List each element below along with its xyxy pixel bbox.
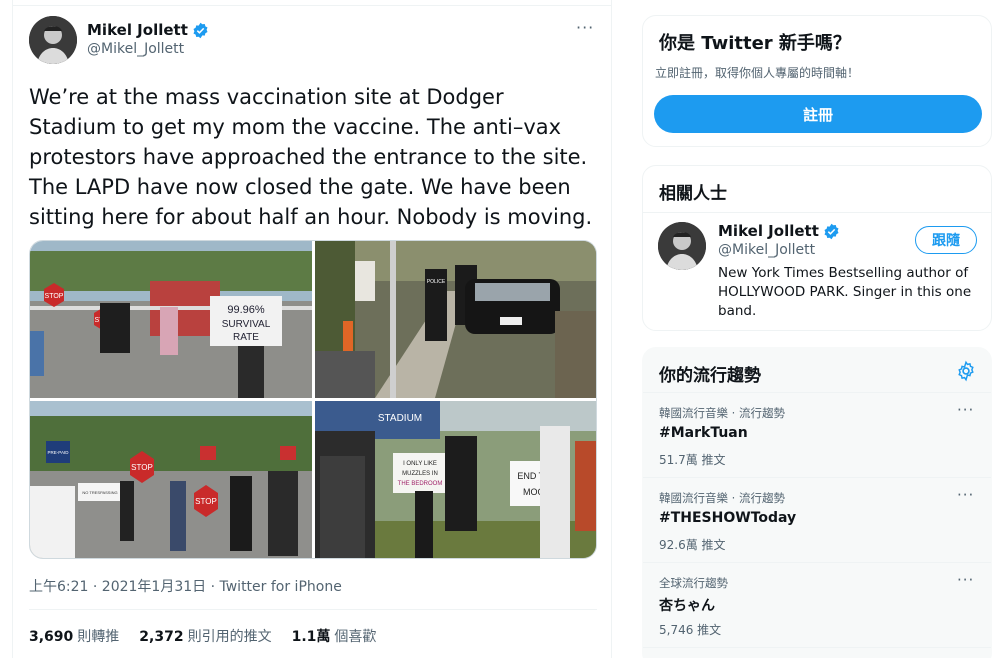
trend-item[interactable]: 全球流行趨勢 杏ちゃん 5,746 推文 ··· xyxy=(643,563,991,647)
photo4-sign: THE BEDROOM xyxy=(398,481,443,487)
trend-count: 92.6萬 推文 xyxy=(659,538,726,552)
tweet-detail: Mikel Jollett @Mikel_Jollett ··· We’re a… xyxy=(12,0,612,658)
photo1-stop-sign: STOP xyxy=(45,293,64,300)
photo1-sign: 99.96% xyxy=(227,304,265,316)
trend-category: 全球流行趨勢 xyxy=(659,576,728,590)
tweet-timestamp[interactable]: 上午6:21 · 2021年1月31日 · Twitter for iPhone xyxy=(29,576,342,596)
verified-badge-icon xyxy=(824,223,839,239)
trends-divider xyxy=(643,647,991,648)
signup-button[interactable]: 註冊 xyxy=(654,95,982,133)
signup-title: 你是 Twitter 新手嗎？ xyxy=(659,33,851,54)
top-divider xyxy=(13,5,611,6)
trend-name: #MarkTuan xyxy=(659,425,748,441)
author-avatar[interactable] xyxy=(29,16,77,64)
author-handle[interactable]: @Mikel_Jollett xyxy=(87,41,184,57)
trend-more-icon[interactable]: ··· xyxy=(957,401,974,419)
photo3-prepaid-sign: PRE-PAID xyxy=(48,450,70,455)
twitter-page: Mikel Jollett @Mikel_Jollett ··· We’re a… xyxy=(0,0,993,658)
trend-item[interactable]: 韓國流行音樂 · 流行趨勢 #THESHOWToday 92.6萬 推文 ··· xyxy=(643,478,991,562)
trend-count: 5,746 推文 xyxy=(659,623,722,637)
more-options-icon[interactable]: ··· xyxy=(576,18,594,37)
trends-title: 你的流行趨勢 xyxy=(659,366,761,386)
photo3-stop-sign: STOP xyxy=(195,497,217,506)
trend-more-icon[interactable]: ··· xyxy=(957,571,974,589)
related-bio: New York Times Bestselling author of HOL… xyxy=(718,265,972,319)
quote-tweet-count[interactable]: 2,372 則引用的推文 xyxy=(139,626,271,646)
related-title: 相關人士 xyxy=(659,184,727,204)
signup-card: 你是 Twitter 新手嗎？ 立即註冊，取得你個人專屬的時間軸！ 註冊 xyxy=(642,15,992,147)
author-name[interactable]: Mikel Jollett xyxy=(87,21,209,39)
signup-subtitle: 立即註冊，取得你個人專屬的時間軸！ xyxy=(655,66,860,80)
photo2-police-text: POLICE xyxy=(427,279,446,285)
related-divider xyxy=(643,212,991,213)
photo4-sign: MUZZLES IN xyxy=(402,471,438,477)
photo1-sign: SURVIVAL xyxy=(222,319,271,330)
tweet-photo-2[interactable]: POLICE xyxy=(315,241,596,398)
trends-card: 你的流行趨勢 韓國流行音樂 · 流行趨勢 #MarkTuan 51.7萬 推文 … xyxy=(642,347,992,658)
trend-category: 韓國流行音樂 · 流行趨勢 xyxy=(659,406,785,420)
verified-badge-icon xyxy=(193,22,208,38)
tweet-photo-1[interactable]: STOP STOP 99.96% SURVIVAL RATE xyxy=(30,241,312,398)
trend-count: 51.7萬 推文 xyxy=(659,453,726,467)
author-name-text: Mikel Jollett xyxy=(87,21,188,39)
trend-name: 杏ちゃん xyxy=(659,598,715,614)
trend-more-icon[interactable]: ··· xyxy=(957,486,974,504)
photo1-sign: RATE xyxy=(233,332,259,343)
tweet-stats: 3,690 則轉推 2,372 則引用的推文 1.1萬 個喜歡 xyxy=(29,626,376,646)
settings-gear-icon[interactable] xyxy=(955,360,977,382)
related-handle[interactable]: @Mikel_Jollett xyxy=(718,242,815,258)
trend-item[interactable]: 韓國流行音樂 · 流行趨勢 #MarkTuan 51.7萬 推文 ··· xyxy=(643,393,991,477)
trend-category: 韓國流行音樂 · 流行趨勢 xyxy=(659,491,785,505)
tweet-media-grid: STOP STOP 99.96% SURVIVAL RATE xyxy=(29,240,597,559)
photo4-sign: I ONLY LIKE xyxy=(403,461,437,467)
related-avatar[interactable] xyxy=(658,222,706,270)
related-name[interactable]: Mikel Jollett xyxy=(718,222,840,240)
related-people-card: 相關人士 Mikel Jollett @Mikel_Jollett 跟隨 New… xyxy=(642,165,992,331)
tweet-photo-3[interactable]: PRE-PAID NO TRESPASSING STOP STOP xyxy=(30,401,312,558)
retweet-count[interactable]: 3,690 則轉推 xyxy=(29,626,119,646)
tweet-text: We’re at the mass vaccination site at Do… xyxy=(29,85,593,229)
tweet-photo-4[interactable]: STADIUM I ONLY LIKE MUZZLES IN THE BEDRO… xyxy=(315,401,596,558)
like-count[interactable]: 1.1萬 個喜歡 xyxy=(292,626,377,646)
photo3-stop-sign: STOP xyxy=(131,463,153,472)
photo3-trespass-sign: NO TRESPASSING xyxy=(82,490,117,495)
related-name-text: Mikel Jollett xyxy=(718,222,819,240)
meta-divider xyxy=(29,609,597,610)
photo4-stadium-sign: STADIUM xyxy=(378,413,422,424)
trend-name: #THESHOWToday xyxy=(659,510,797,526)
follow-button[interactable]: 跟隨 xyxy=(915,226,977,254)
